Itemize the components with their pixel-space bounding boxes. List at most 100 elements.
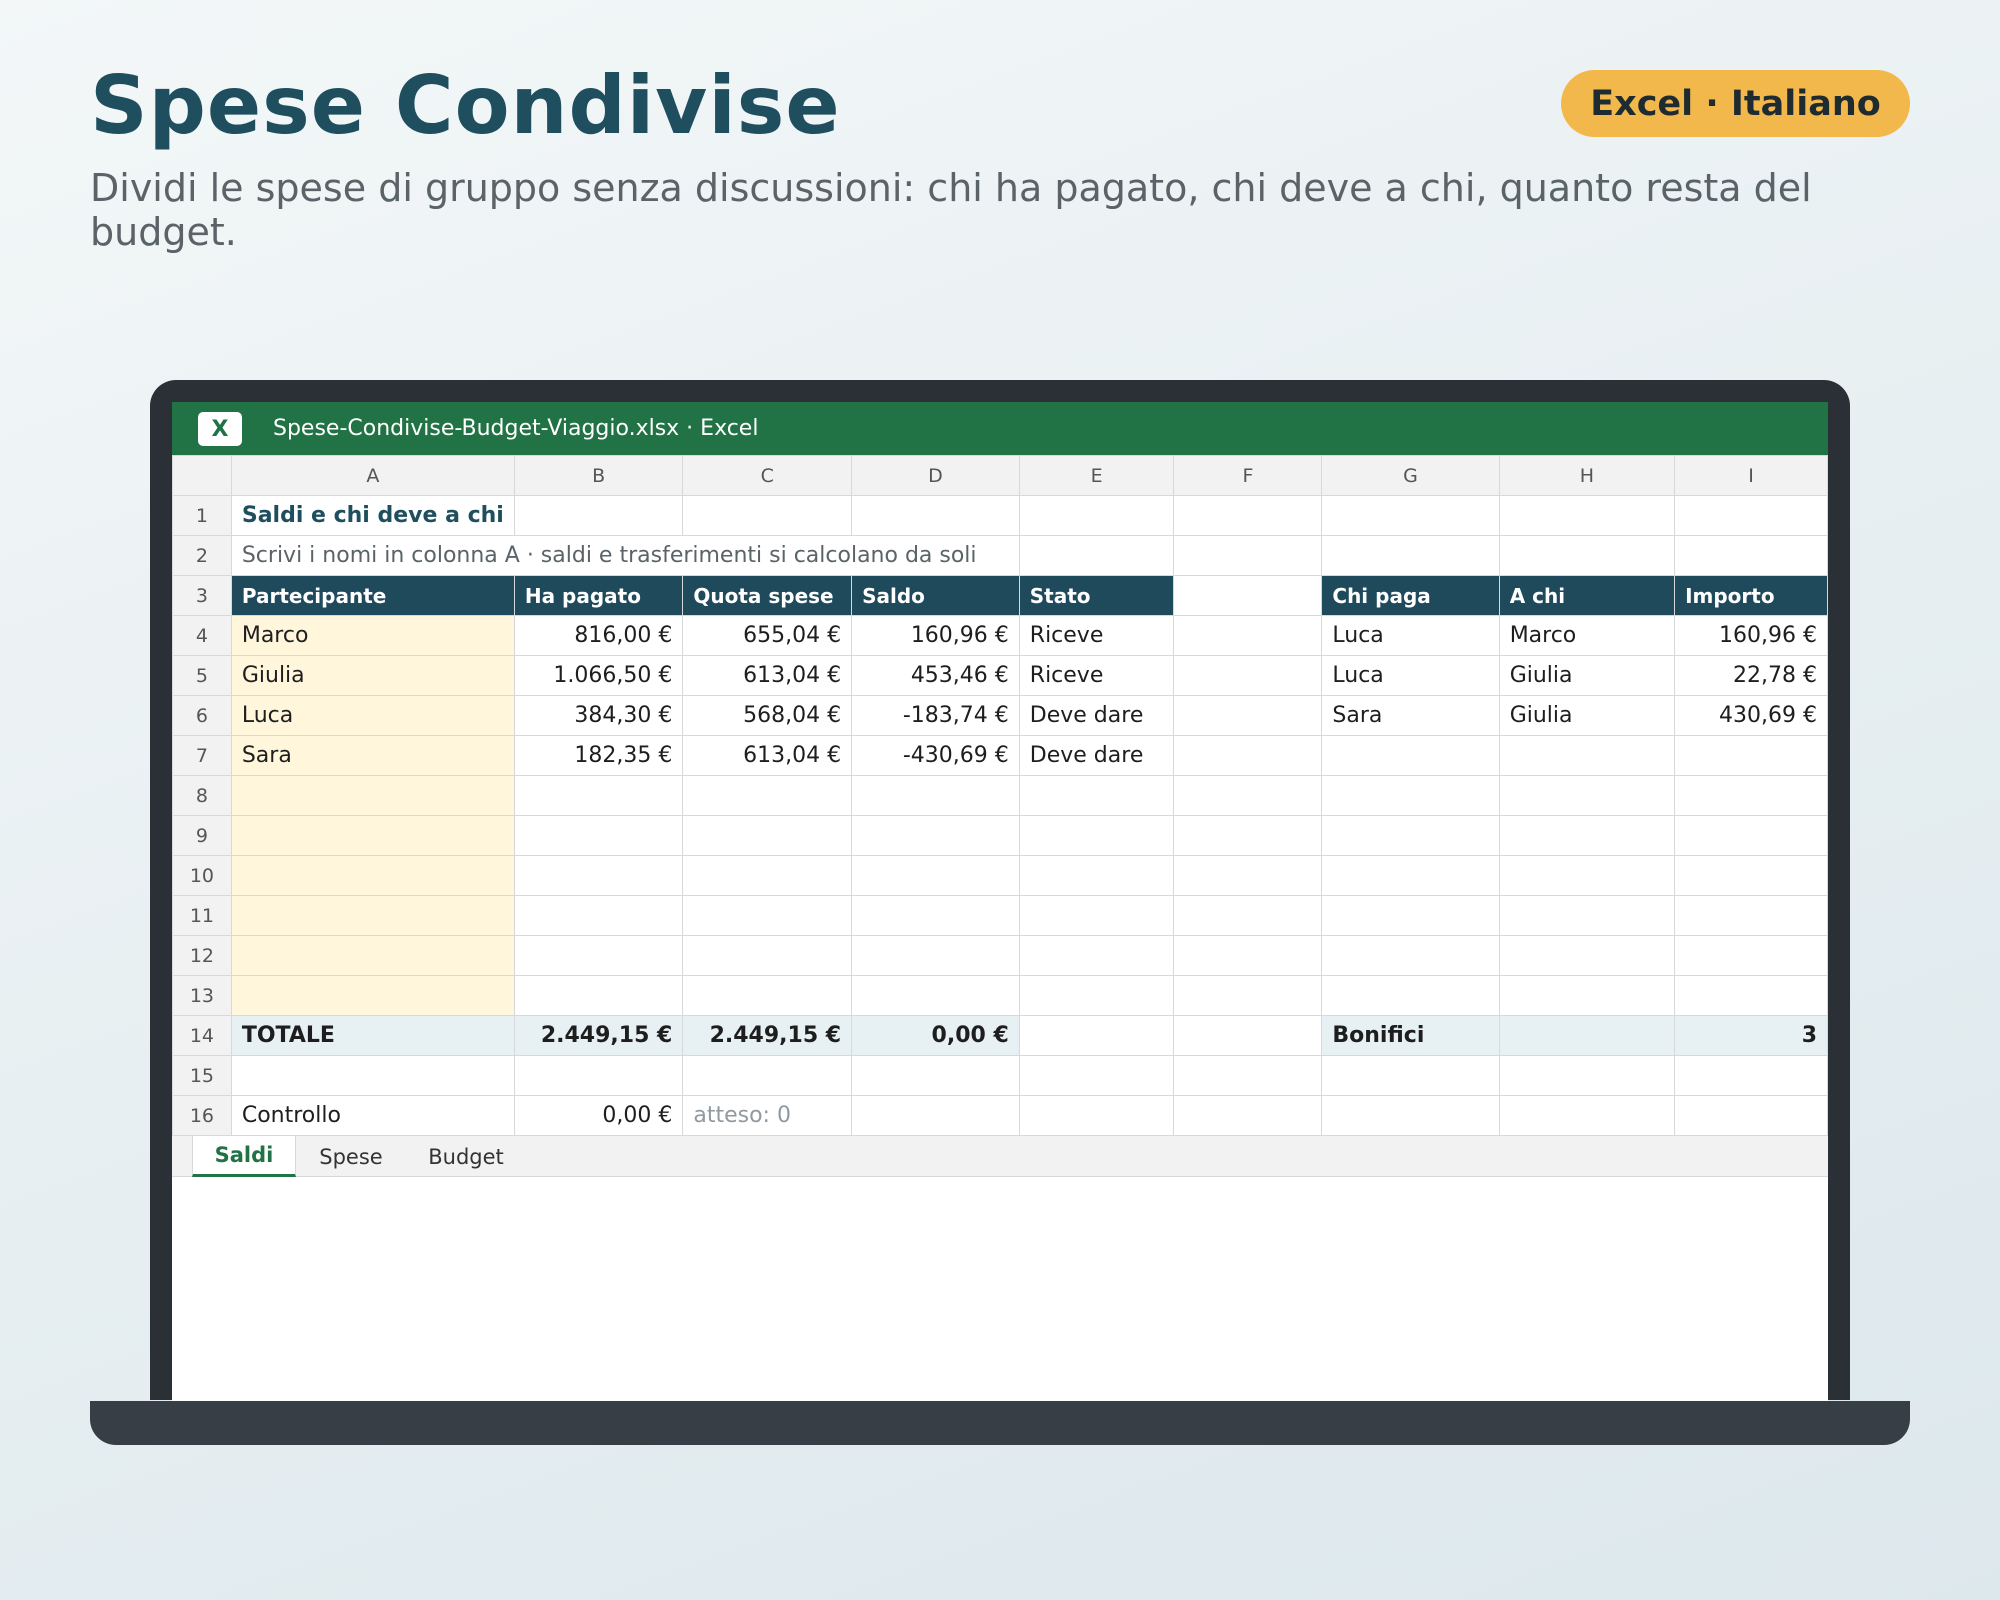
header-from[interactable]: Chi paga [1321, 575, 1500, 616]
paid-cell[interactable]: 816,00 € [513, 615, 684, 656]
cell[interactable] [1498, 975, 1676, 1016]
column-header[interactable]: I [1674, 455, 1828, 496]
transfers-total-label[interactable]: Bonifici [1321, 1015, 1500, 1056]
column-header[interactable]: E [1018, 455, 1175, 496]
header-status[interactable]: Stato [1018, 575, 1175, 616]
cell[interactable] [1321, 855, 1500, 896]
header-paid[interactable]: Ha pagato [513, 575, 684, 616]
cell[interactable] [1321, 1055, 1500, 1096]
cell[interactable] [513, 815, 684, 856]
cell[interactable] [1173, 855, 1323, 896]
share-cell[interactable]: 568,04 € [682, 695, 853, 736]
tab-spese[interactable]: Spese [296, 1136, 406, 1177]
cell[interactable] [513, 855, 684, 896]
status-cell[interactable]: Riceve [1018, 655, 1175, 696]
transfer-amount-cell[interactable]: 22,78 € [1674, 655, 1828, 696]
header-participant[interactable]: Partecipante [230, 575, 515, 616]
cell[interactable] [1018, 535, 1175, 576]
participant-name[interactable] [230, 935, 515, 976]
transfer-from-cell[interactable]: Sara [1321, 695, 1500, 736]
cell[interactable] [1321, 975, 1500, 1016]
row-header[interactable]: 14 [172, 1015, 232, 1056]
paid-cell[interactable]: 384,30 € [513, 695, 684, 736]
cell[interactable] [1173, 975, 1323, 1016]
row-header[interactable]: 3 [172, 575, 232, 616]
row-header[interactable]: 1 [172, 495, 232, 536]
share-cell[interactable]: 613,04 € [682, 735, 853, 776]
transfer-to-cell[interactable]: Giulia [1498, 655, 1676, 696]
column-header[interactable]: A [230, 455, 515, 496]
row-header[interactable]: 9 [172, 815, 232, 856]
cell[interactable] [1321, 935, 1500, 976]
row-header[interactable]: 6 [172, 695, 232, 736]
transfer-amount-cell[interactable]: 160,96 € [1674, 615, 1828, 656]
total-paid[interactable]: 2.449,15 € [513, 1015, 684, 1056]
balance-cell[interactable]: 453,46 € [851, 655, 1020, 696]
cell[interactable] [1173, 895, 1323, 936]
cell[interactable] [1498, 895, 1676, 936]
cell[interactable] [851, 935, 1020, 976]
transfer-amount-cell[interactable]: 430,69 € [1674, 695, 1828, 736]
cell[interactable] [851, 775, 1020, 816]
cell[interactable] [1674, 1095, 1828, 1136]
cell[interactable] [1173, 815, 1323, 856]
cell[interactable] [851, 975, 1020, 1016]
check-label[interactable]: Controllo [230, 1095, 515, 1136]
transfer-to-cell[interactable]: Giulia [1498, 695, 1676, 736]
cell[interactable] [1674, 735, 1828, 776]
participant-name[interactable] [230, 895, 515, 936]
tab-saldi[interactable]: Saldi [192, 1136, 296, 1177]
participant-name[interactable]: Sara [230, 735, 515, 776]
participant-name[interactable]: Giulia [230, 655, 515, 696]
cell[interactable] [1173, 495, 1323, 536]
column-header[interactable]: D [851, 455, 1020, 496]
cell[interactable] [1674, 495, 1828, 536]
cell[interactable] [1173, 615, 1323, 656]
total-share[interactable]: 2.449,15 € [682, 1015, 853, 1056]
status-cell[interactable]: Deve dare [1018, 695, 1175, 736]
cell[interactable] [1498, 815, 1676, 856]
cell[interactable] [1018, 815, 1175, 856]
status-cell[interactable]: Riceve [1018, 615, 1175, 656]
row-header[interactable]: 15 [172, 1055, 232, 1096]
cell[interactable] [1018, 895, 1175, 936]
cell[interactable] [1173, 575, 1323, 616]
cell[interactable] [1173, 1015, 1323, 1056]
participant-name[interactable] [230, 815, 515, 856]
share-cell[interactable]: 613,04 € [682, 655, 853, 696]
participant-name[interactable] [230, 975, 515, 1016]
cell[interactable] [682, 815, 853, 856]
header-balance[interactable]: Saldo [851, 575, 1020, 616]
cell[interactable] [1321, 1095, 1500, 1136]
cell[interactable] [1173, 935, 1323, 976]
cell[interactable] [682, 895, 853, 936]
cell[interactable] [513, 775, 684, 816]
cell[interactable] [1498, 495, 1676, 536]
cell[interactable] [1498, 935, 1676, 976]
transfers-count[interactable]: 3 [1674, 1015, 1828, 1056]
header-share[interactable]: Quota spese [682, 575, 853, 616]
cell[interactable] [1321, 775, 1500, 816]
cell[interactable] [1498, 855, 1676, 896]
cell[interactable] [682, 495, 853, 536]
cell-a2[interactable]: Scrivi i nomi in colonna A · saldi e tra… [230, 535, 1020, 576]
check-expected[interactable]: atteso: 0 [682, 1095, 853, 1136]
balance-cell[interactable]: -183,74 € [851, 695, 1020, 736]
cell[interactable] [1173, 535, 1323, 576]
cell[interactable] [1674, 855, 1828, 896]
row-header[interactable]: 13 [172, 975, 232, 1016]
cell[interactable] [851, 495, 1020, 536]
cell[interactable] [1321, 495, 1500, 536]
cell[interactable] [1498, 1095, 1676, 1136]
cell[interactable] [1173, 735, 1323, 776]
cell[interactable] [682, 935, 853, 976]
column-header[interactable]: G [1321, 455, 1500, 496]
cell[interactable] [1018, 855, 1175, 896]
cell[interactable] [1018, 1015, 1175, 1056]
cell[interactable] [1173, 695, 1323, 736]
row-header[interactable]: 2 [172, 535, 232, 576]
cell[interactable] [1018, 775, 1175, 816]
column-header[interactable]: F [1173, 455, 1323, 496]
cell[interactable] [1173, 775, 1323, 816]
cell[interactable] [1018, 935, 1175, 976]
